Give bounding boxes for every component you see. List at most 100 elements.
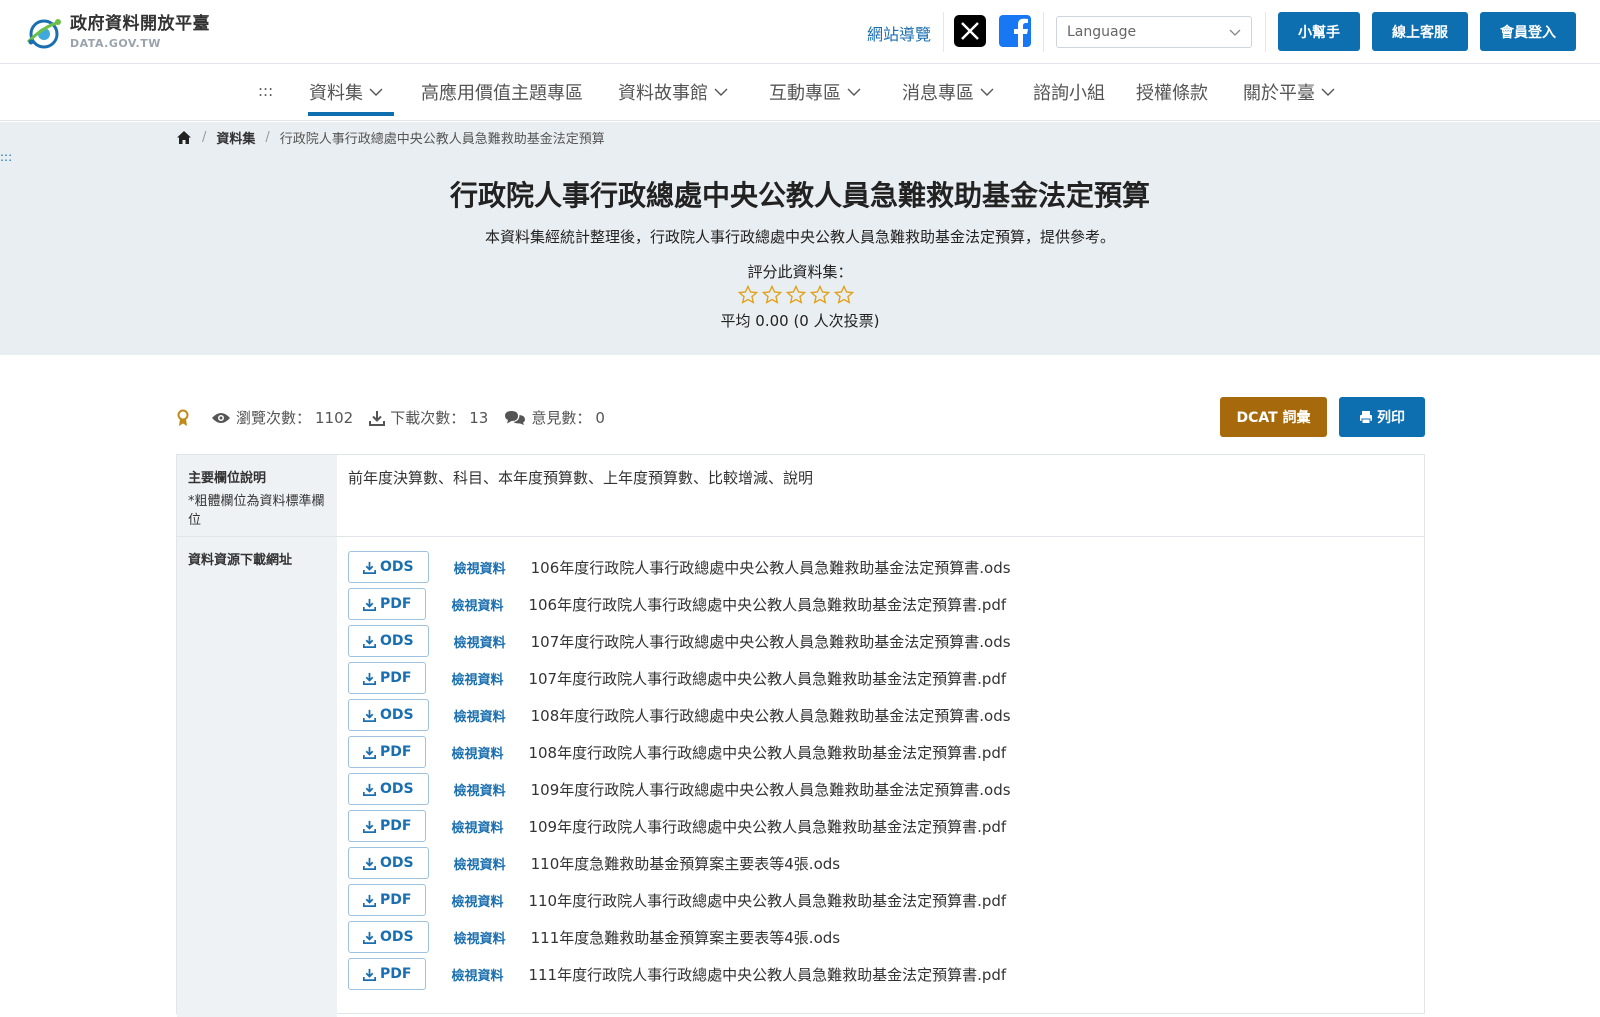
badge-group — [176, 409, 195, 427]
download-pdf-button[interactable]: PDF — [348, 810, 427, 842]
nav-item-interactive[interactable]: 互動專區 — [769, 79, 861, 105]
download-icon — [369, 410, 386, 426]
fields-value: 前年度決算數、科目、本年度預算數、上年度預算數、比較增減、說明 — [348, 469, 814, 487]
download-pdf-button[interactable]: PDF — [348, 958, 427, 990]
resource-filename: 111年度行政院人事行政總處中央公教人員急難救助基金法定預算書.pdf — [528, 965, 1007, 984]
rating-stars[interactable] — [738, 285, 854, 305]
print-button[interactable]: 列印 — [1339, 397, 1425, 437]
view-data-link[interactable]: 檢視資料 — [451, 891, 503, 910]
view-data-link[interactable]: 檢視資料 — [451, 669, 503, 688]
nav-item-stories[interactable]: 資料故事館 — [618, 79, 728, 105]
nav-item-label: 高應用價值主題專區 — [421, 83, 583, 104]
chevron-down-icon — [1321, 88, 1335, 96]
format-label: PDF — [380, 892, 412, 908]
resource-item: PDF 檢視資料 106年度行政院人事行政總處中央公教人員急難救助基金法定預算書.p… — [348, 588, 1006, 620]
star-icon[interactable] — [786, 285, 806, 305]
breadcrumb-current: 行政院人事行政總處中央公教人員急難救助基金法定預算 — [279, 132, 605, 147]
format-label: PDF — [380, 596, 412, 612]
home-icon[interactable] — [176, 130, 192, 145]
resources-row-label: 資料資源下載網址 — [177, 537, 337, 1017]
download-icon — [363, 857, 376, 870]
comments-icon — [505, 410, 526, 425]
nav-item-label: 關於平臺 — [1243, 83, 1315, 104]
format-label: ODS — [380, 633, 414, 649]
accesskey-dots-side[interactable]: ::: — [0, 150, 12, 164]
site-logo[interactable]: 政府資料開放平臺 DATA.GOV.TW — [24, 12, 210, 52]
downloads-stat: 下載次數： 13 — [369, 407, 488, 428]
download-pdf-button[interactable]: PDF — [348, 662, 427, 694]
nav-item-datasets[interactable]: 資料集 — [309, 79, 383, 105]
resource-item: ODS 檢視資料 111年度急難救助基金預算案主要表等4張.ods — [348, 921, 840, 953]
divider — [1043, 12, 1044, 52]
member-login-button[interactable]: 會員登入 — [1480, 12, 1576, 51]
nav-item-about[interactable]: 關於平臺 — [1243, 79, 1335, 105]
download-pdf-button[interactable]: PDF — [348, 736, 427, 768]
resource-item: ODS 檢視資料 110年度急難救助基金預算案主要表等4張.ods — [348, 847, 840, 879]
view-data-link[interactable]: 檢視資料 — [454, 854, 506, 873]
resource-item: ODS 檢視資料 109年度行政院人事行政總處中央公教人員急難救助基金法定預算書.o… — [348, 773, 1011, 805]
nav-item-news[interactable]: 消息專區 — [902, 79, 994, 105]
helper-button[interactable]: 小幫手 — [1278, 12, 1360, 51]
chevron-down-icon — [369, 88, 383, 96]
comments-stat: 意見數： 0 — [504, 407, 605, 428]
nav-item-license[interactable]: 授權條款 — [1136, 79, 1208, 105]
view-data-link[interactable]: 檢視資料 — [454, 706, 506, 725]
download-icon — [363, 561, 376, 574]
resource-filename: 110年度急難救助基金預算案主要表等4張.ods — [530, 854, 841, 873]
download-ods-button[interactable]: ODS — [348, 921, 429, 953]
nav-item-advisory[interactable]: 諮詢小組 — [1033, 79, 1105, 105]
star-icon[interactable] — [810, 285, 830, 305]
print-button-label: 列印 — [1377, 410, 1405, 426]
dcat-button[interactable]: DCAT 詞彙 — [1220, 397, 1327, 437]
download-ods-button[interactable]: ODS — [348, 773, 429, 805]
rating-label: 評分此資料集： — [747, 263, 853, 281]
view-data-link[interactable]: 檢視資料 — [454, 558, 506, 577]
download-pdf-button[interactable]: PDF — [348, 588, 427, 620]
star-icon[interactable] — [738, 285, 758, 305]
download-ods-button[interactable]: ODS — [348, 551, 429, 583]
chevron-down-icon — [714, 88, 728, 96]
resource-filename: 108年度行政院人事行政總處中央公教人員急難救助基金法定預算書.pdf — [528, 743, 1007, 762]
star-icon[interactable] — [762, 285, 782, 305]
download-icon — [363, 931, 376, 944]
view-data-link[interactable]: 檢視資料 — [451, 817, 503, 836]
view-data-link[interactable]: 檢視資料 — [454, 928, 506, 947]
view-data-link[interactable]: 檢視資料 — [451, 595, 503, 614]
download-ods-button[interactable]: ODS — [348, 625, 429, 657]
view-data-link[interactable]: 檢視資料 — [454, 780, 506, 799]
language-select[interactable]: Language — [1056, 16, 1252, 48]
resource-filename: 108年度行政院人事行政總處中央公教人員急難救助基金法定預算書.ods — [530, 706, 1011, 725]
divider — [1265, 12, 1266, 52]
download-icon — [363, 783, 376, 796]
download-pdf-button[interactable]: PDF — [348, 884, 427, 916]
download-ods-button[interactable]: ODS — [348, 699, 429, 731]
format-label: PDF — [380, 670, 412, 686]
view-data-link[interactable]: 檢視資料 — [451, 965, 503, 984]
download-icon — [363, 968, 376, 981]
fields-row-label: 主要欄位說明 *粗體欄位為資料標準欄位 — [177, 455, 337, 536]
facebook-icon[interactable] — [999, 15, 1031, 47]
breadcrumb-datasets[interactable]: 資料集 — [216, 128, 255, 147]
sitemap-link[interactable]: 網站導覽 — [867, 21, 931, 45]
download-ods-button[interactable]: ODS — [348, 847, 429, 879]
resource-filename: 109年度行政院人事行政總處中央公教人員急難救助基金法定預算書.pdf — [528, 817, 1007, 836]
download-icon — [363, 746, 376, 759]
view-data-link[interactable]: 檢視資料 — [454, 632, 506, 651]
format-label: PDF — [380, 818, 412, 834]
star-icon[interactable] — [834, 285, 854, 305]
view-data-link[interactable]: 檢視資料 — [451, 743, 503, 762]
divider — [943, 12, 944, 52]
accesskey-dots[interactable]: ::: — [258, 82, 273, 100]
nav-item-high-value[interactable]: 高應用價值主題專區 — [421, 79, 583, 105]
comments-label: 意見數： — [531, 409, 592, 427]
eye-icon — [212, 412, 230, 423]
print-icon — [1360, 411, 1372, 424]
resource-filename: 109年度行政院人事行政總處中央公教人員急難救助基金法定預算書.ods — [530, 780, 1011, 799]
resource-filename: 106年度行政院人事行政總處中央公教人員急難救助基金法定預算書.ods — [530, 558, 1011, 577]
resources-label: 資料資源下載網址 — [188, 553, 293, 568]
x-twitter-icon[interactable] — [954, 15, 986, 47]
breadcrumb: / 資料集 / 行政院人事行政總處中央公教人員急難救助基金法定預算 — [176, 128, 605, 147]
online-support-button[interactable]: 線上客服 — [1372, 12, 1468, 51]
dataset-title: 行政院人事行政總處中央公教人員急難救助基金法定預算 — [449, 179, 1150, 212]
resource-item: PDF 檢視資料 107年度行政院人事行政總處中央公教人員急難救助基金法定預算書.p… — [348, 662, 1006, 694]
